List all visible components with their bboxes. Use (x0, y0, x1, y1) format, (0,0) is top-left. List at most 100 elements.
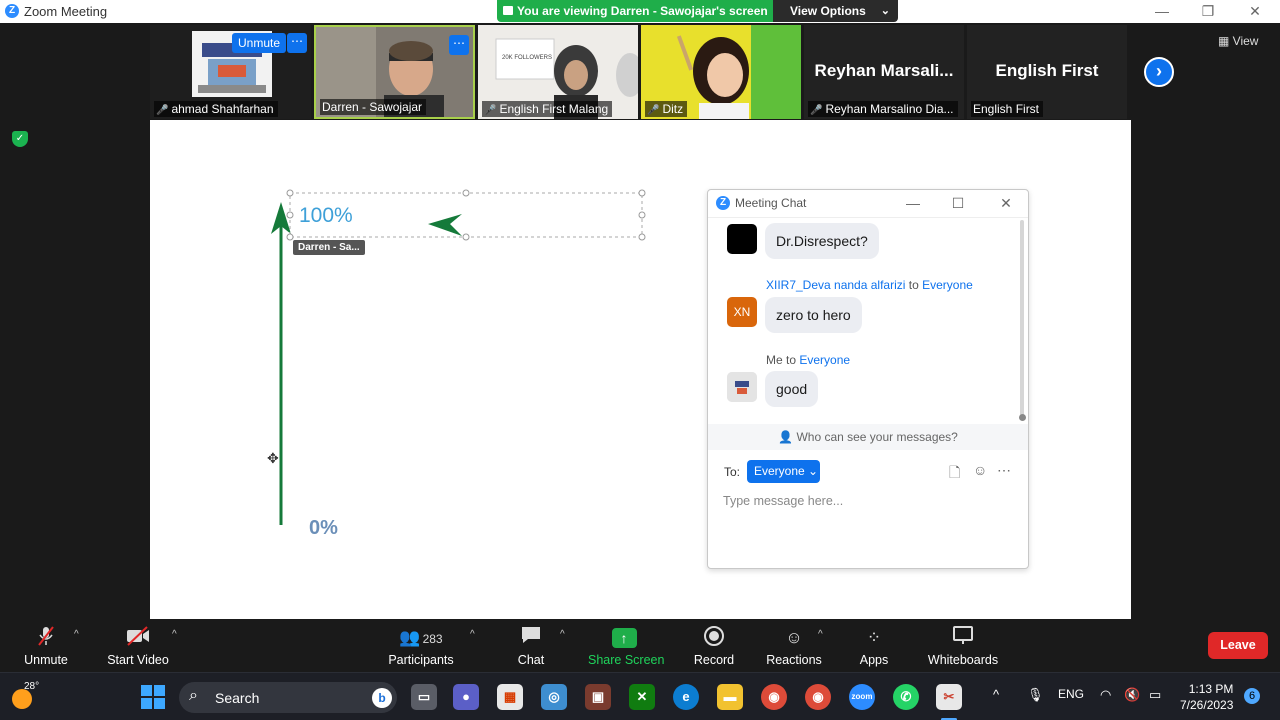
whiteboards-button[interactable]: Whiteboards (926, 625, 1000, 667)
file-explorer-icon[interactable]: ▬ (717, 684, 743, 710)
weather-icon[interactable] (12, 689, 32, 709)
volume-muted-icon[interactable]: 🔇 (1124, 687, 1140, 703)
chat-options-caret[interactable]: ^ (560, 629, 565, 640)
video-off-icon (104, 625, 172, 651)
poster-text: 20K FOLLOWERS (502, 55, 553, 61)
chat-minimize-button[interactable]: — (903, 194, 923, 212)
participant-tile[interactable]: Reyhan Marsali... 🎤 Reyhan Marsalino Dia.… (804, 25, 964, 119)
whatsapp-icon[interactable]: ✆ (893, 684, 919, 710)
participant-tile-active-speaker[interactable]: ⋯ Darren - Sawojajar (314, 25, 475, 119)
participant-name: 🎤 Reyhan Marsalino Dia... (808, 101, 958, 117)
microsoft-store-icon[interactable]: ▦ (497, 684, 523, 710)
more-icon[interactable]: ⋯ (997, 462, 1011, 479)
restore-button[interactable]: ❐ (1193, 2, 1223, 20)
message-sender: Me to Everyone (766, 353, 851, 367)
participant-name: Darren - Sawojajar (320, 99, 427, 115)
zoom-logo-icon: Z (716, 196, 730, 210)
meeting-chat-window: Z Meeting Chat — ☐ ✕ Dr.Disrespect? XIIR… (707, 189, 1029, 569)
chat-maximize-button[interactable]: ☐ (948, 194, 968, 212)
message-input[interactable] (723, 491, 1013, 511)
view-options-label: View Options (790, 4, 866, 18)
person-lock-icon: 👤 (778, 430, 794, 444)
participant-tile[interactable]: 20K FOLLOWERS 🎤 English First Malang (478, 25, 638, 119)
video-thumbnail-strip: Unmute ⋯ 🎤 ahmad Shahfarhan ⋯ Darren - Sa… (150, 23, 1174, 119)
chat-close-button[interactable]: ✕ (996, 194, 1016, 212)
view-options-button[interactable]: View Options ⌄ (773, 0, 898, 22)
top-percent-label: 100% (299, 204, 353, 227)
apps-button[interactable]: ⁘ Apps (856, 625, 892, 667)
system-clock[interactable]: 1:13 PM 7/26/2023 (1180, 681, 1233, 713)
leave-button[interactable]: Leave (1208, 632, 1268, 659)
bing-icon: b (372, 688, 392, 708)
more-options-button[interactable]: ⋯ (449, 35, 469, 55)
chevron-down-icon: ⌄ (808, 464, 819, 478)
meeting-toolbar: Unmute ^ Start Video ^ 👥 283 Participants… (0, 619, 1280, 672)
mic-muted-icon: 🎤 (810, 105, 823, 116)
emoji-icon[interactable]: ☺ (973, 462, 987, 478)
more-options-button[interactable]: ⋯ (287, 33, 307, 53)
chevron-down-icon: ⌄ (880, 5, 890, 17)
annotator-name-tag: Darren - Sa... (293, 240, 365, 255)
microphone-icon[interactable]: 🎙 (1027, 687, 1044, 703)
reactions-button[interactable]: ☺ Reactions (766, 625, 822, 667)
chat-scroll-thumb[interactable] (1019, 414, 1026, 421)
pointer-arrowhead (428, 214, 462, 236)
taskbar-search[interactable]: ⌕ Search b (179, 682, 397, 713)
recipient-dropdown[interactable]: Everyone ⌄ (747, 460, 820, 483)
record-button[interactable]: Record (692, 625, 736, 667)
start-button[interactable] (141, 685, 165, 709)
unmute-request-button[interactable]: Unmute (232, 33, 286, 53)
search-label: Search (215, 690, 260, 706)
chat-scrollbar[interactable] (1020, 220, 1024, 420)
participant-display-name: English First (995, 61, 1099, 80)
view-button[interactable]: ▦ View (1218, 34, 1258, 48)
zoom-taskbar-icon[interactable]: zoom (849, 684, 875, 710)
notification-count-badge[interactable]: 6 (1244, 688, 1260, 704)
participant-name: 🎤 English First Malang (482, 101, 613, 117)
reactions-icon: ☺ (785, 628, 803, 647)
reactions-options-caret[interactable]: ^ (818, 629, 823, 640)
battery-icon[interactable]: ▭ (1149, 687, 1161, 703)
chat-button[interactable]: Chat (510, 625, 552, 667)
who-can-see-messages-link[interactable]: 👤 Who can see your messages? (708, 424, 1028, 450)
photos-icon[interactable]: ◎ (541, 684, 567, 710)
chrome-profile-icon[interactable]: ◉ (805, 684, 831, 710)
zoom-logo-icon: Z (5, 4, 19, 18)
unmute-button[interactable]: Unmute (22, 625, 70, 667)
tray-overflow-icon[interactable]: ^ (993, 687, 999, 702)
chat-title-bar: Z Meeting Chat — ☐ ✕ (708, 190, 1028, 218)
shield-icon[interactable]: ✓ (12, 131, 28, 147)
camera-icon (503, 6, 513, 15)
snipping-tool-icon[interactable]: ✂ (936, 684, 962, 710)
chat-title: Meeting Chat (735, 196, 807, 210)
participants-button[interactable]: 👥 283 Participants (387, 625, 455, 667)
participant-display-name: Reyhan Marsali... (814, 61, 954, 80)
clock-date: 7/26/2023 (1180, 698, 1234, 712)
edge-icon[interactable]: e (673, 684, 699, 710)
wifi-icon[interactable]: ◠ (1100, 687, 1111, 703)
participants-options-caret[interactable]: ^ (470, 629, 475, 640)
participant-name: 🎤 Ditz (645, 101, 688, 117)
share-screen-button[interactable]: ↑ Share Screen (588, 625, 664, 667)
minimize-button[interactable]: — (1147, 2, 1177, 20)
participant-tile[interactable]: English First English First (967, 25, 1127, 119)
teams-chat-icon[interactable]: ● (453, 684, 479, 710)
start-video-button[interactable]: Start Video (104, 625, 172, 667)
participant-tile[interactable]: 🎤 Ditz (641, 25, 801, 119)
xbox-icon[interactable]: ✕ (629, 684, 655, 710)
audio-options-caret[interactable]: ^ (74, 629, 79, 640)
chat-message-list[interactable]: Dr.Disrespect? XIIR7_Deva nanda alfarizi… (708, 218, 1028, 424)
game-app-icon[interactable]: ▣ (585, 684, 611, 710)
file-icon[interactable]: 🗋 (949, 462, 960, 486)
chat-icon (510, 625, 552, 651)
chrome-icon[interactable]: ◉ (761, 684, 787, 710)
language-indicator[interactable]: ENG (1058, 687, 1084, 701)
participant-tile[interactable]: Unmute ⋯ 🎤 ahmad Shahfarhan (150, 25, 311, 119)
search-icon: ⌕ (189, 687, 198, 704)
task-view-icon[interactable]: ▭ (411, 684, 437, 710)
clock-time: 1:13 PM (1188, 682, 1234, 696)
video-options-caret[interactable]: ^ (172, 629, 177, 640)
share-screen-icon: ↑ (611, 628, 637, 648)
next-page-arrow-icon[interactable]: › (1144, 57, 1174, 87)
close-button[interactable]: ✕ (1240, 2, 1270, 20)
